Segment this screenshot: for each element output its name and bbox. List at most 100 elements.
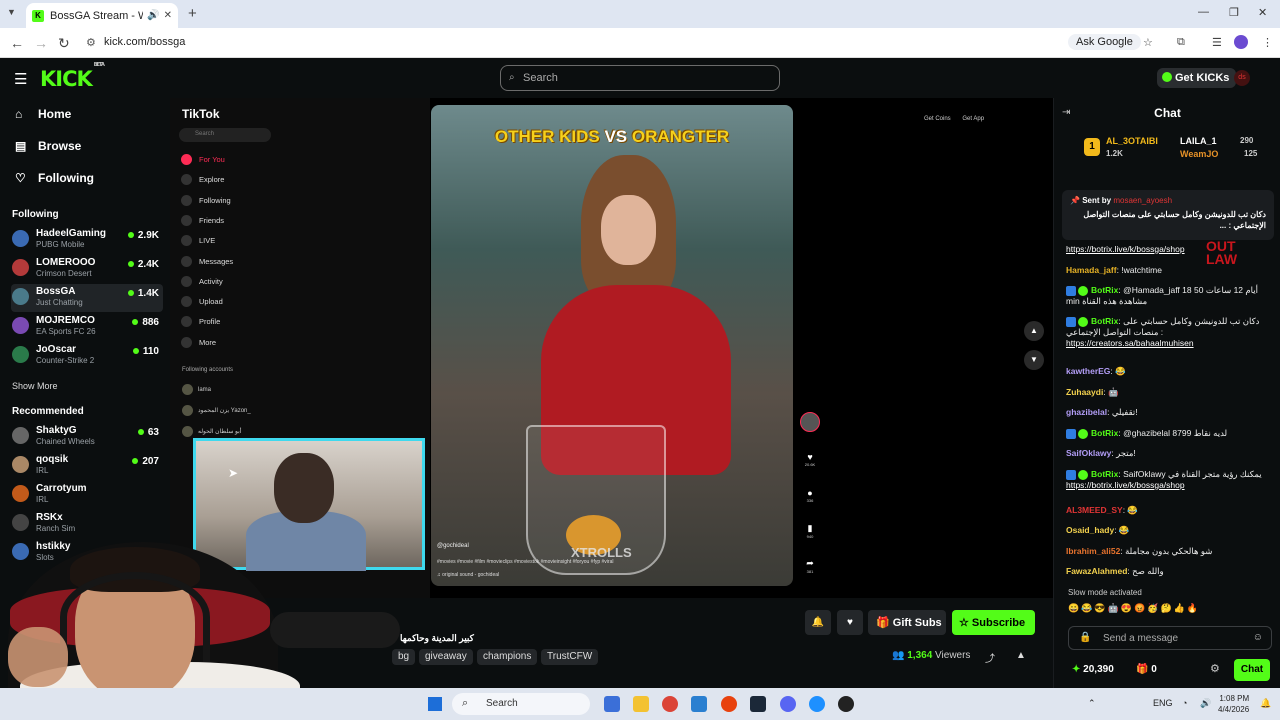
tray-overflow-icon[interactable]: ⌃ (1088, 698, 1096, 709)
chat-username[interactable]: Hamada_jaff (1066, 265, 1117, 275)
language-indicator[interactable]: ENG (1153, 698, 1173, 708)
chat-username[interactable]: kawtherEG (1066, 366, 1110, 376)
tag[interactable]: champions (477, 649, 538, 665)
taskbar-search[interactable]: ⌕ Search (452, 693, 590, 715)
taskbar-clock[interactable]: 1:08 PM 4/4/2026 (1218, 693, 1249, 715)
task-view-icon[interactable] (604, 696, 620, 712)
notification-bell-button[interactable]: 🔔 (805, 610, 831, 635)
new-tab-button[interactable]: + (188, 5, 197, 22)
leader-name[interactable]: LAILA_1 (1180, 136, 1217, 146)
sidebar-channel[interactable]: ShaktyG Chained Wheels 63 (11, 423, 163, 451)
chat-username[interactable]: FawazAlahmed (1066, 566, 1127, 576)
notifications-icon[interactable]: 🔔 (1260, 698, 1271, 709)
channel-avatar (12, 230, 29, 247)
channel-category: PUBG Mobile (36, 240, 85, 249)
chat-send-button[interactable]: Chat (1234, 659, 1270, 681)
gift-subs-button[interactable]: 🎁 Gift Subs (868, 610, 946, 635)
restore-icon[interactable]: ❐ (1229, 6, 1239, 19)
follow-heart-button[interactable]: ♥ (837, 610, 863, 635)
sidebar-channel[interactable]: JoOscar Counter-Strike 2 110 (11, 342, 163, 370)
report-icon[interactable]: ▲ (1016, 650, 1026, 661)
nav-following[interactable]: ♡ Following (15, 171, 94, 185)
gifts-balance[interactable]: 🎁 0 (1136, 664, 1157, 675)
browser-menu-icon[interactable]: ⋮ (1262, 36, 1273, 49)
chat-link[interactable]: https://botrix.live/k/bossga/shop (1066, 480, 1185, 490)
tiktok-nav-label: Upload (199, 297, 223, 307)
search-placeholder: Search (523, 72, 558, 84)
mouse-cursor-icon: ➤ (228, 466, 239, 480)
extensions-icon[interactable]: ⧉ (1177, 36, 1185, 49)
show-more-link[interactable]: Show More (12, 381, 58, 391)
tag[interactable]: TrustCFW (541, 649, 599, 665)
chat-settings-icon[interactable]: ⚙ (1210, 662, 1220, 675)
bookmark-star-icon[interactable]: ☆ (1143, 36, 1153, 49)
account-avatar (182, 384, 193, 395)
tag[interactable]: giveaway (419, 649, 473, 665)
leader-name[interactable]: AL_3OTAIBI (1106, 136, 1158, 146)
sidebar-channel[interactable]: MOJREMCO EA Sports FC 26 886 (11, 313, 163, 341)
search-input[interactable]: ⌕ Search (500, 65, 780, 91)
close-window-icon[interactable]: ✕ (1258, 6, 1267, 19)
wifi-icon[interactable]: ◔ (1182, 698, 1187, 708)
reload-icon[interactable]: ↻ (58, 35, 70, 52)
tab-search-icon[interactable]: ▼ (7, 7, 16, 17)
chat-username[interactable]: BotRix (1091, 285, 1118, 295)
chat-username[interactable]: BotRix (1091, 428, 1118, 438)
chat-username[interactable]: Zuhaaydi (1066, 387, 1103, 397)
subscribe-button[interactable]: ☆ Subscribe (952, 610, 1035, 635)
chat-input[interactable]: 🔒 Send a message ☺ (1068, 626, 1272, 650)
chat-link[interactable]: https://creators.sa/bahaalmuhisen (1066, 338, 1194, 348)
menu-icon[interactable]: ☰ (14, 70, 27, 88)
get-kicks-button[interactable]: Get KICKs (1157, 68, 1237, 88)
steam-icon[interactable] (750, 696, 766, 712)
chat-username[interactable]: Osaid_hady (1066, 525, 1114, 535)
chat-username[interactable]: Ibrahim_ali52 (1066, 546, 1120, 556)
chat-username[interactable]: BotRix (1091, 316, 1118, 326)
chat-text: @ghazibelal لديه نقاط 8799 (1120, 428, 1228, 438)
leader-name[interactable]: WeamJO (1180, 149, 1218, 159)
chat-username[interactable]: SaifOklawy (1066, 448, 1111, 458)
get-coins-label: Get Coins (924, 116, 951, 122)
url-field[interactable]: kick.com/bossga (104, 36, 185, 48)
sidebar-channel[interactable]: HadeelGaming PUBG Mobile 2.9K (11, 226, 163, 254)
reading-list-icon[interactable]: ☰ (1212, 36, 1222, 49)
pinned-message[interactable]: 📌 Sent by mosaen_ayoesh دكان تب للدونيشن… (1062, 190, 1274, 240)
kick-logo[interactable]: KICKBETA (40, 62, 105, 91)
minimize-icon[interactable]: — (1198, 6, 1209, 18)
volume-icon[interactable]: 🔊 (1200, 698, 1211, 709)
tiktok-nav-item: Activity (181, 275, 223, 287)
chrome-icon[interactable] (662, 696, 678, 712)
site-info-icon[interactable]: ⚙ (86, 36, 96, 49)
windows-start-icon[interactable] (428, 697, 442, 711)
app-icon[interactable] (721, 696, 737, 712)
browser-profile-avatar[interactable] (1234, 35, 1248, 49)
chat-username[interactable]: BotRix (1091, 469, 1118, 479)
discord-icon[interactable] (780, 696, 796, 712)
kicks-balance[interactable]: ✦ 20,390 (1072, 664, 1114, 675)
app-icon[interactable] (691, 696, 707, 712)
close-tab-icon[interactable]: ✕ (164, 10, 172, 21)
user-avatar[interactable]: ds (1234, 70, 1250, 86)
share-icon[interactable]: ⤴ (985, 650, 995, 665)
chat-username[interactable]: ghazibelal (1066, 407, 1107, 417)
chat-username[interactable]: AL3MEED_SY (1066, 505, 1123, 515)
sidebar-channel[interactable]: qoqsik IRL 207 (11, 452, 163, 480)
emote-bar[interactable]: 😀😂😎🤖😍😡🥳🤔👍🔥 (1068, 603, 1200, 614)
app-icon[interactable] (809, 696, 825, 712)
sidebar-channel[interactable]: LOMEROOO Crimson Desert 2.4K (11, 255, 163, 283)
emoji-icon[interactable]: ☺ (1253, 632, 1263, 643)
nav-home[interactable]: ⌂ Home (15, 107, 71, 121)
nav-home-label: Home (38, 107, 72, 121)
sidebar-channel[interactable]: BossGA Just Chatting 1.4K (11, 284, 163, 312)
back-icon[interactable]: ← (10, 35, 24, 51)
speaker-icon[interactable]: 🔊 (147, 10, 159, 21)
file-explorer-icon[interactable] (633, 696, 649, 712)
ask-google-button[interactable]: Ask Google (1068, 34, 1141, 50)
browser-tab[interactable]: K BossGA Stream - Watch Liv 🔊 ✕ (26, 3, 178, 28)
forward-icon[interactable]: → (34, 35, 48, 51)
obs-icon[interactable] (838, 696, 854, 712)
nav-browse[interactable]: ▤ Browse (15, 139, 81, 153)
verified-badge-icon (1078, 469, 1088, 480)
chat-link[interactable]: https://botrix.live/k/bossga/shop (1066, 244, 1185, 254)
tiktok-nav-item: Explore (181, 174, 224, 186)
